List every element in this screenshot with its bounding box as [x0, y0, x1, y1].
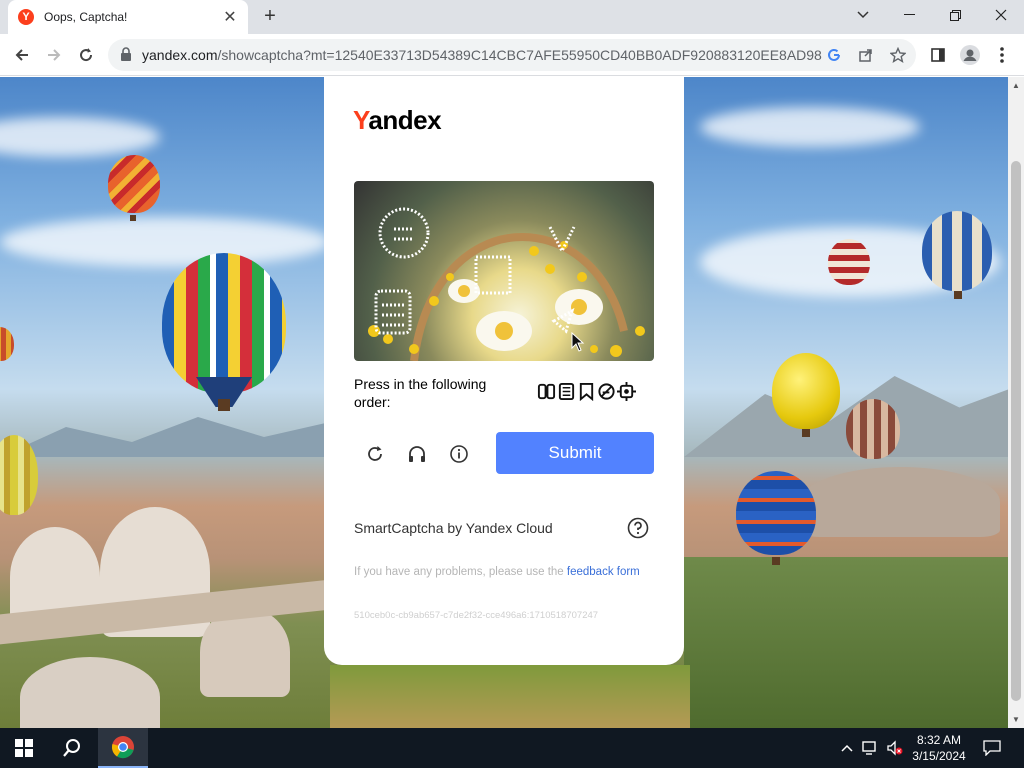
audio-captcha-headphones-icon[interactable] — [404, 441, 430, 467]
captcha-order-icons — [537, 382, 636, 401]
cloud — [0, 217, 330, 267]
valley-vegetation — [684, 557, 1008, 728]
captcha-glyphs — [374, 207, 576, 335]
calculator-icon — [558, 382, 575, 401]
mountain-range — [684, 376, 1008, 457]
foreground-slope — [330, 665, 690, 728]
browser-toolbar: yandex.com/showcaptcha?mt=12540E33713D54… — [0, 34, 1024, 76]
scroll-up-arrow-icon[interactable]: ▲ — [1012, 81, 1020, 90]
reload-icon[interactable] — [72, 41, 100, 69]
show-hidden-icons-chevron-icon[interactable] — [838, 728, 856, 768]
balloon-basket — [218, 399, 230, 411]
menu-kebab-icon[interactable] — [988, 41, 1016, 69]
clock-time: 8:32 AM — [916, 733, 962, 747]
captcha-instruction: Press in the following order: — [354, 376, 487, 410]
network-icon[interactable] — [860, 728, 882, 768]
cloud — [0, 117, 160, 157]
tab-search-icon[interactable] — [840, 0, 886, 30]
hot-air-balloon — [922, 211, 992, 291]
scroll-thumb[interactable] — [1011, 161, 1021, 701]
hot-air-balloon — [846, 399, 900, 459]
url-text[interactable]: yandex.com/showcaptcha?mt=12540E33713D54… — [142, 47, 822, 63]
help-question-icon[interactable] — [627, 517, 649, 539]
profile-avatar-icon[interactable] — [956, 41, 984, 69]
hot-air-balloon — [736, 471, 816, 555]
cloud — [700, 107, 920, 147]
feedback-notice: If you have any problems, please use the… — [354, 566, 640, 578]
windows-taskbar: 8:32 AM 3/15/2024 — [0, 728, 1024, 768]
hot-air-balloon — [108, 155, 160, 213]
taskbar-chrome-button[interactable] — [98, 728, 148, 768]
balloon-basket — [130, 215, 136, 221]
scroll-down-arrow-icon[interactable]: ▼ — [1012, 715, 1020, 724]
minimize-button[interactable] — [886, 0, 932, 30]
search-icon — [63, 739, 80, 757]
yandex-logo: Yandex — [353, 105, 442, 135]
new-tab-button[interactable]: + — [258, 5, 282, 29]
notifications-icon[interactable] — [980, 728, 1004, 768]
smartcaptcha-brand-text: SmartCaptcha by Yandex Cloud — [354, 520, 553, 536]
gear-chip-icon — [617, 382, 636, 401]
submit-button[interactable]: Submit — [496, 432, 654, 474]
info-icon[interactable] — [446, 441, 472, 467]
captcha-token: 510ceb0c-cb9ab657-c7de2f32-cce496a6:1710… — [354, 610, 599, 621]
balloon-basket — [802, 429, 810, 437]
page-scrollbar[interactable]: ▲ ▼ — [1008, 77, 1024, 728]
chrome-icon — [111, 736, 134, 759]
forward-arrow-icon[interactable] — [40, 41, 68, 69]
tab-captcha[interactable]: Y Oops, Captcha! ✕ — [8, 0, 248, 34]
restore-button[interactable] — [932, 0, 978, 30]
share-icon[interactable] — [856, 45, 876, 65]
lock-icon[interactable] — [120, 47, 132, 61]
rock-formation — [20, 657, 160, 728]
windows-start-button[interactable] — [0, 728, 48, 768]
windows-logo-icon — [15, 739, 33, 757]
hot-air-balloon — [772, 353, 840, 429]
mountain-range — [0, 417, 330, 457]
no-smoking-icon — [598, 383, 615, 400]
address-bar[interactable]: yandex.com/showcaptcha?mt=12540E33713D54… — [108, 39, 916, 71]
balloon-basket — [954, 291, 962, 299]
close-window-button[interactable] — [978, 0, 1024, 30]
rock-formation — [800, 467, 1000, 537]
tab-close-icon[interactable]: ✕ — [222, 7, 238, 27]
refresh-captcha-icon[interactable] — [362, 441, 388, 467]
volume-muted-icon[interactable] — [884, 728, 906, 768]
bookmark-star-icon[interactable] — [888, 45, 908, 65]
page-background: Yandex Press in the following order: Sub… — [0, 77, 1008, 728]
taskbar-search-button[interactable] — [48, 728, 96, 768]
bookmark-icon — [579, 382, 594, 401]
system-clock[interactable]: 8:32 AM 3/15/2024 — [906, 732, 972, 764]
google-translate-icon[interactable] — [824, 45, 844, 65]
tab-strip: Y Oops, Captcha! ✕ + — [0, 0, 1024, 34]
balloon-basket — [772, 557, 780, 565]
hot-air-balloon — [828, 239, 870, 285]
back-arrow-icon[interactable] — [8, 41, 36, 69]
captcha-card: Yandex Press in the following order: Sub… — [324, 77, 684, 665]
side-panel-icon[interactable] — [924, 41, 952, 69]
yandex-favicon-icon: Y — [18, 9, 34, 25]
mouse-cursor-icon — [571, 332, 585, 352]
feedback-form-link[interactable]: feedback form — [567, 566, 640, 578]
clock-date: 3/15/2024 — [912, 749, 966, 763]
captcha-challenge-image[interactable] — [354, 181, 654, 361]
hot-air-balloon — [162, 253, 286, 393]
window-icon — [537, 383, 556, 400]
hot-air-balloon — [0, 327, 14, 361]
tab-title: Oops, Captcha! — [44, 10, 128, 24]
